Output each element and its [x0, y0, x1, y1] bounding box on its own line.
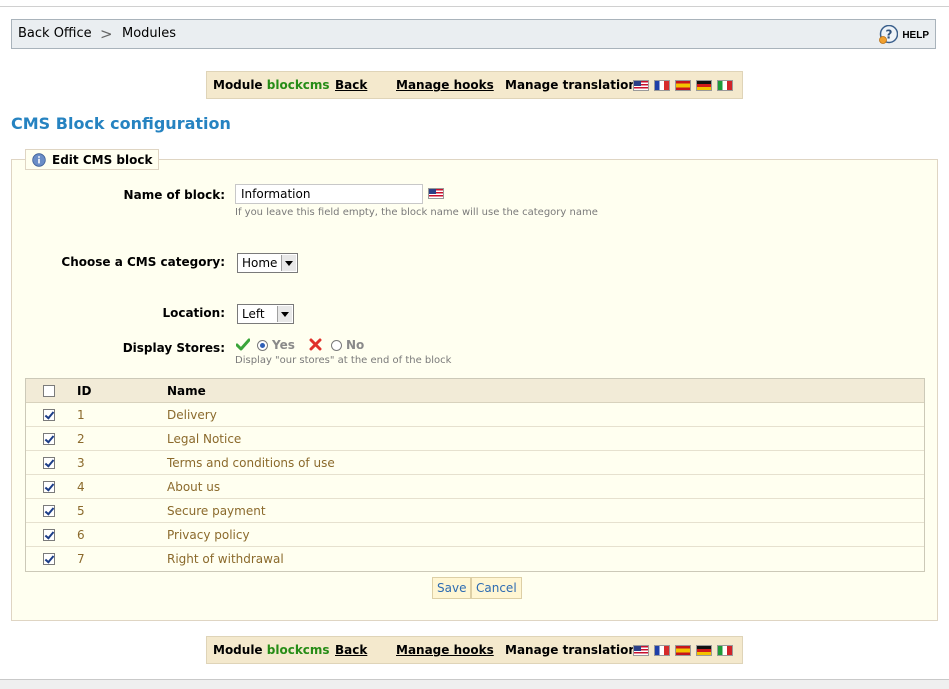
flag-us-icon[interactable] — [633, 645, 649, 656]
table-row: 2 Legal Notice — [26, 427, 924, 451]
module-toolbar-top: Module blockcms Back Manage hooks Manage… — [206, 71, 743, 99]
help-label: HELP — [902, 29, 929, 41]
fieldset-legend: Edit CMS block — [25, 149, 160, 170]
flag-us-icon[interactable] — [633, 80, 649, 91]
flag-es-icon[interactable] — [675, 645, 691, 656]
check-icon — [236, 338, 250, 351]
breadcrumb-back-office[interactable]: Back Office — [18, 26, 92, 41]
table-row: 3 Terms and conditions of use — [26, 451, 924, 475]
row-id: 2 — [77, 432, 85, 446]
legend-label: Edit CMS block — [52, 152, 153, 167]
row-name: Delivery — [167, 408, 217, 422]
no-radio[interactable] — [331, 339, 342, 351]
module-prefix: Module — [213, 78, 263, 92]
help-icon: ? — [879, 25, 899, 44]
manage-translations-label: Manage translations: — [505, 78, 649, 92]
module-prefix: Module — [213, 643, 263, 657]
row-name: Right of withdrawal — [167, 552, 284, 566]
page-title: CMS Block configuration — [11, 114, 231, 133]
cms-category-label: Choose a CMS category: — [61, 255, 225, 269]
yes-radio[interactable] — [257, 339, 268, 351]
cancel-button[interactable]: Cancel — [471, 577, 522, 599]
row-checkbox[interactable] — [43, 529, 55, 541]
chevron-down-icon — [281, 255, 296, 271]
row-name: Secure payment — [167, 504, 266, 518]
row-name: Privacy policy — [167, 528, 250, 542]
cms-category-value: Home — [242, 256, 278, 270]
row-id: 3 — [77, 456, 85, 470]
display-stores-label: Display Stores: — [122, 341, 225, 355]
table-row: 7 Right of withdrawal — [26, 547, 924, 571]
no-label: No — [346, 338, 365, 352]
location-label: Location: — [162, 306, 225, 320]
location-select[interactable]: Left — [237, 304, 294, 324]
flag-it-icon[interactable] — [717, 80, 733, 91]
status-bar — [0, 679, 949, 689]
row-id: 6 — [77, 528, 85, 542]
name-of-block-label: Name of block: — [123, 188, 225, 202]
row-checkbox[interactable] — [43, 505, 55, 517]
cross-icon — [309, 338, 322, 351]
flag-de-icon[interactable] — [696, 645, 712, 656]
flag-us-icon[interactable] — [428, 188, 444, 199]
back-link[interactable]: Back — [335, 643, 367, 657]
translation-flags — [633, 645, 733, 656]
row-id: 5 — [77, 504, 85, 518]
block-name-hint: If you leave this field empty, the block… — [235, 207, 598, 218]
row-name: About us — [167, 480, 221, 494]
flag-fr-icon[interactable] — [654, 80, 670, 91]
flag-it-icon[interactable] — [717, 645, 733, 656]
location-value: Left — [242, 307, 265, 321]
info-icon — [32, 152, 46, 167]
breadcrumb-modules[interactable]: Modules — [122, 26, 176, 41]
table-row: 5 Secure payment — [26, 499, 924, 523]
col-name-header: Name — [167, 384, 206, 398]
row-id: 1 — [77, 408, 85, 422]
flag-de-icon[interactable] — [696, 80, 712, 91]
save-button[interactable]: Save — [432, 577, 472, 599]
block-name-input[interactable] — [235, 184, 423, 204]
back-link[interactable]: Back — [335, 78, 367, 92]
manage-hooks-link[interactable]: Manage hooks — [396, 643, 494, 657]
translation-flags — [633, 80, 733, 91]
manage-hooks-link[interactable]: Manage hooks — [396, 78, 494, 92]
row-checkbox[interactable] — [43, 433, 55, 445]
module-name: blockcms — [266, 78, 330, 92]
module-name: blockcms — [266, 643, 330, 657]
select-all-checkbox[interactable] — [43, 385, 55, 397]
cms-category-select[interactable]: Home — [237, 253, 298, 273]
help-button[interactable]: ? HELP — [878, 24, 929, 46]
window-top-edge — [0, 0, 949, 7]
row-name: Terms and conditions of use — [167, 456, 335, 470]
row-checkbox[interactable] — [43, 457, 55, 469]
yes-label: Yes — [272, 338, 295, 352]
flag-fr-icon[interactable] — [654, 645, 670, 656]
row-id: 4 — [77, 480, 85, 494]
cms-pages-table: ID Name 1 Delivery 2 Legal Notice 3 Term… — [25, 378, 925, 572]
breadcrumb: Back Office > Modules ? HELP — [11, 19, 936, 49]
manage-translations-label: Manage translations: — [505, 643, 649, 657]
table-row: 1 Delivery — [26, 403, 924, 427]
display-stores-hint: Display "our stores" at the end of the b… — [235, 355, 452, 366]
display-stores-yes[interactable]: Yes — [257, 338, 295, 352]
table-header: ID Name — [26, 379, 924, 403]
col-id-header: ID — [77, 384, 92, 398]
display-stores-no[interactable]: No — [331, 338, 364, 352]
row-checkbox[interactable] — [43, 553, 55, 565]
row-checkbox[interactable] — [43, 409, 55, 421]
table-row: 4 About us — [26, 475, 924, 499]
module-name-label: Module blockcms — [213, 78, 330, 92]
module-name-label: Module blockcms — [213, 643, 330, 657]
flag-es-icon[interactable] — [675, 80, 691, 91]
module-toolbar-bottom: Module blockcms Back Manage hooks Manage… — [206, 636, 743, 664]
chevron-down-icon — [277, 306, 292, 322]
table-row: 6 Privacy policy — [26, 523, 924, 547]
breadcrumb-separator: > — [100, 25, 113, 43]
row-checkbox[interactable] — [43, 481, 55, 493]
row-name: Legal Notice — [167, 432, 242, 446]
row-id: 7 — [77, 552, 85, 566]
